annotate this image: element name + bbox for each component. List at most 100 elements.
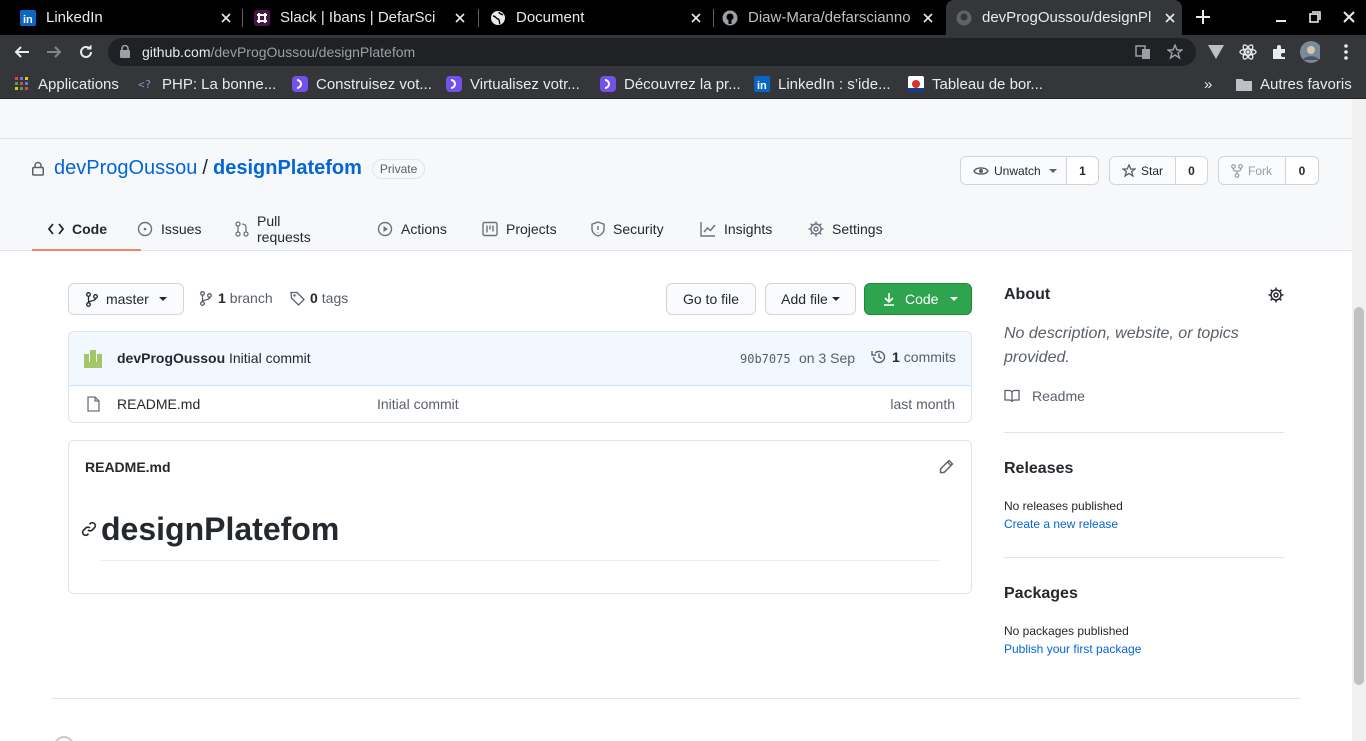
add-file-button[interactable]: Add file	[765, 283, 856, 315]
tab-settings[interactable]: Settings	[808, 206, 883, 251]
tab-label: Issues	[161, 220, 202, 237]
vpn-extension-icon[interactable]	[1206, 42, 1226, 62]
tab-code[interactable]: Code	[32, 206, 141, 251]
bookmark-construisez[interactable]: Construisez vot...	[292, 75, 432, 93]
star-label: Star	[1141, 163, 1164, 178]
lock-icon[interactable]	[120, 45, 130, 58]
go-to-file-button[interactable]: Go to file	[666, 283, 756, 315]
bookmark-other-favorites[interactable]: Autres favoris	[1236, 75, 1352, 93]
commit-date: on 3 Sep	[799, 350, 856, 366]
star-count[interactable]: 0	[1176, 156, 1208, 185]
url-host: github.com	[142, 44, 211, 60]
file-age: last month	[890, 396, 955, 412]
bookmark-applications[interactable]: Applications	[14, 75, 119, 93]
tab-strip: in LinkedIn Slack | Ibans | DefarSci Doc…	[0, 0, 1366, 35]
browser-tab-defarscianno[interactable]: Diaw-Mara/defarscianno	[722, 0, 940, 35]
url-text[interactable]: github.com/devProgOussou/designPlatefom	[142, 44, 415, 60]
link-icon[interactable]	[81, 521, 97, 537]
tab-label: Actions	[401, 220, 447, 237]
repo-owner-link[interactable]: devProgOussou	[54, 157, 197, 180]
tab-title: devProgOussou/designPl	[982, 9, 1152, 26]
bookmark-php[interactable]: <? PHP: La bonne...	[138, 75, 276, 93]
tab-actions[interactable]: Actions	[377, 206, 447, 251]
translate-icon[interactable]	[1134, 43, 1152, 61]
close-icon[interactable]	[218, 10, 234, 26]
tab-security[interactable]: Security	[591, 206, 664, 251]
folder-icon	[1236, 76, 1252, 92]
tab-insights[interactable]: Insights	[700, 206, 772, 251]
browser-tab-linkedin[interactable]: in LinkedIn	[20, 0, 238, 35]
file-commit-message[interactable]: Initial commit	[377, 396, 459, 412]
restore-button[interactable]	[1306, 8, 1324, 26]
releases-title[interactable]: Releases	[1004, 460, 1073, 478]
new-tab-button[interactable]	[1192, 6, 1214, 28]
close-icon[interactable]	[688, 10, 704, 26]
commit-message[interactable]: Initial commit	[229, 350, 311, 366]
bookmarks-overflow-button[interactable]: »	[1204, 75, 1212, 93]
commit-author[interactable]: devProgOussou	[117, 350, 225, 366]
readme-link-label: Readme	[1032, 388, 1085, 404]
file-row[interactable]: README.md Initial commit last month	[69, 386, 971, 422]
minimize-button[interactable]	[1272, 8, 1290, 26]
pencil-icon[interactable]	[939, 459, 954, 474]
tab-label: Security	[613, 220, 664, 237]
close-icon[interactable]	[1162, 10, 1178, 26]
close-icon[interactable]	[920, 10, 936, 26]
menu-kebab-icon[interactable]	[1336, 42, 1356, 62]
browser-tab-design-platefom[interactable]: devProgOussou/designPl	[946, 0, 1182, 35]
tab-projects[interactable]: Projects	[482, 206, 557, 251]
back-button[interactable]	[10, 40, 34, 64]
branch-selector[interactable]: master	[68, 283, 184, 315]
eye-icon	[973, 165, 989, 177]
bookmark-label: Virtualisez votr...	[470, 75, 580, 93]
publish-package-link[interactable]: Publish your first package	[1004, 642, 1141, 656]
browser-tab-document[interactable]: Document	[490, 0, 708, 35]
packages-text: No packages published	[1004, 624, 1129, 638]
shield-icon	[591, 220, 605, 237]
readme-heading: designPlatefom	[101, 511, 340, 547]
page-scrollbar[interactable]	[1352, 99, 1366, 741]
tags-link[interactable]: 0 tags	[290, 290, 348, 306]
fork-count[interactable]: 0	[1286, 156, 1319, 185]
tab-issues[interactable]: Issues	[137, 206, 201, 251]
bookmark-decouvrez[interactable]: Découvrez la pr...	[600, 75, 741, 93]
gear-icon[interactable]	[1268, 287, 1284, 303]
readme-link[interactable]: Readme	[1004, 388, 1085, 404]
avatar[interactable]	[82, 348, 104, 370]
browser-tab-slack[interactable]: Slack | Ibans | DefarSci	[254, 0, 472, 35]
star-icon[interactable]	[1166, 43, 1184, 61]
commit-sha[interactable]: 90b7075	[740, 352, 791, 366]
bookmark-tableau[interactable]: Tableau de bor...	[908, 75, 1043, 93]
gear-icon	[808, 221, 824, 237]
tab-pull-requests[interactable]: Pull requests	[235, 206, 311, 251]
star-button[interactable]: Star	[1109, 156, 1176, 185]
file-name[interactable]: README.md	[117, 396, 200, 412]
branches-link[interactable]: 1 branch	[200, 290, 273, 306]
repo-name-link[interactable]: designPlatefom	[213, 157, 362, 180]
close-window-button[interactable]	[1340, 8, 1358, 26]
profile-avatar[interactable]	[1300, 41, 1320, 63]
tab-title: Document	[516, 9, 585, 26]
bookmark-virtualisez[interactable]: Virtualisez votr...	[446, 75, 580, 93]
fork-button[interactable]: Fork	[1218, 156, 1286, 185]
scrollbar-thumb[interactable]	[1354, 307, 1364, 685]
unwatch-button[interactable]: Unwatch	[960, 156, 1067, 185]
history-icon	[871, 349, 887, 365]
commits-link[interactable]: 1 commits	[871, 349, 956, 365]
bookmark-label: Autres favoris	[1260, 75, 1352, 93]
packages-title[interactable]: Packages	[1004, 585, 1078, 603]
bookmark-linkedin[interactable]: in LinkedIn : s’ide...	[754, 75, 891, 93]
create-release-link[interactable]: Create a new release	[1004, 517, 1118, 531]
react-devtools-icon[interactable]	[1238, 42, 1258, 62]
reload-button[interactable]	[74, 40, 98, 64]
address-bar[interactable]: github.com/devProgOussou/designPlatefom	[108, 38, 1196, 66]
extensions-puzzle-icon[interactable]	[1269, 42, 1289, 62]
branch-icon	[200, 290, 212, 306]
code-download-button[interactable]: Code	[864, 283, 972, 315]
watch-count[interactable]: 1	[1067, 156, 1099, 185]
bookmark-label: Tableau de bor...	[932, 75, 1043, 93]
bookmark-label: Applications	[38, 75, 119, 93]
sidebar-divider	[1004, 557, 1284, 558]
forward-button[interactable]	[42, 40, 66, 64]
close-icon[interactable]	[452, 10, 468, 26]
